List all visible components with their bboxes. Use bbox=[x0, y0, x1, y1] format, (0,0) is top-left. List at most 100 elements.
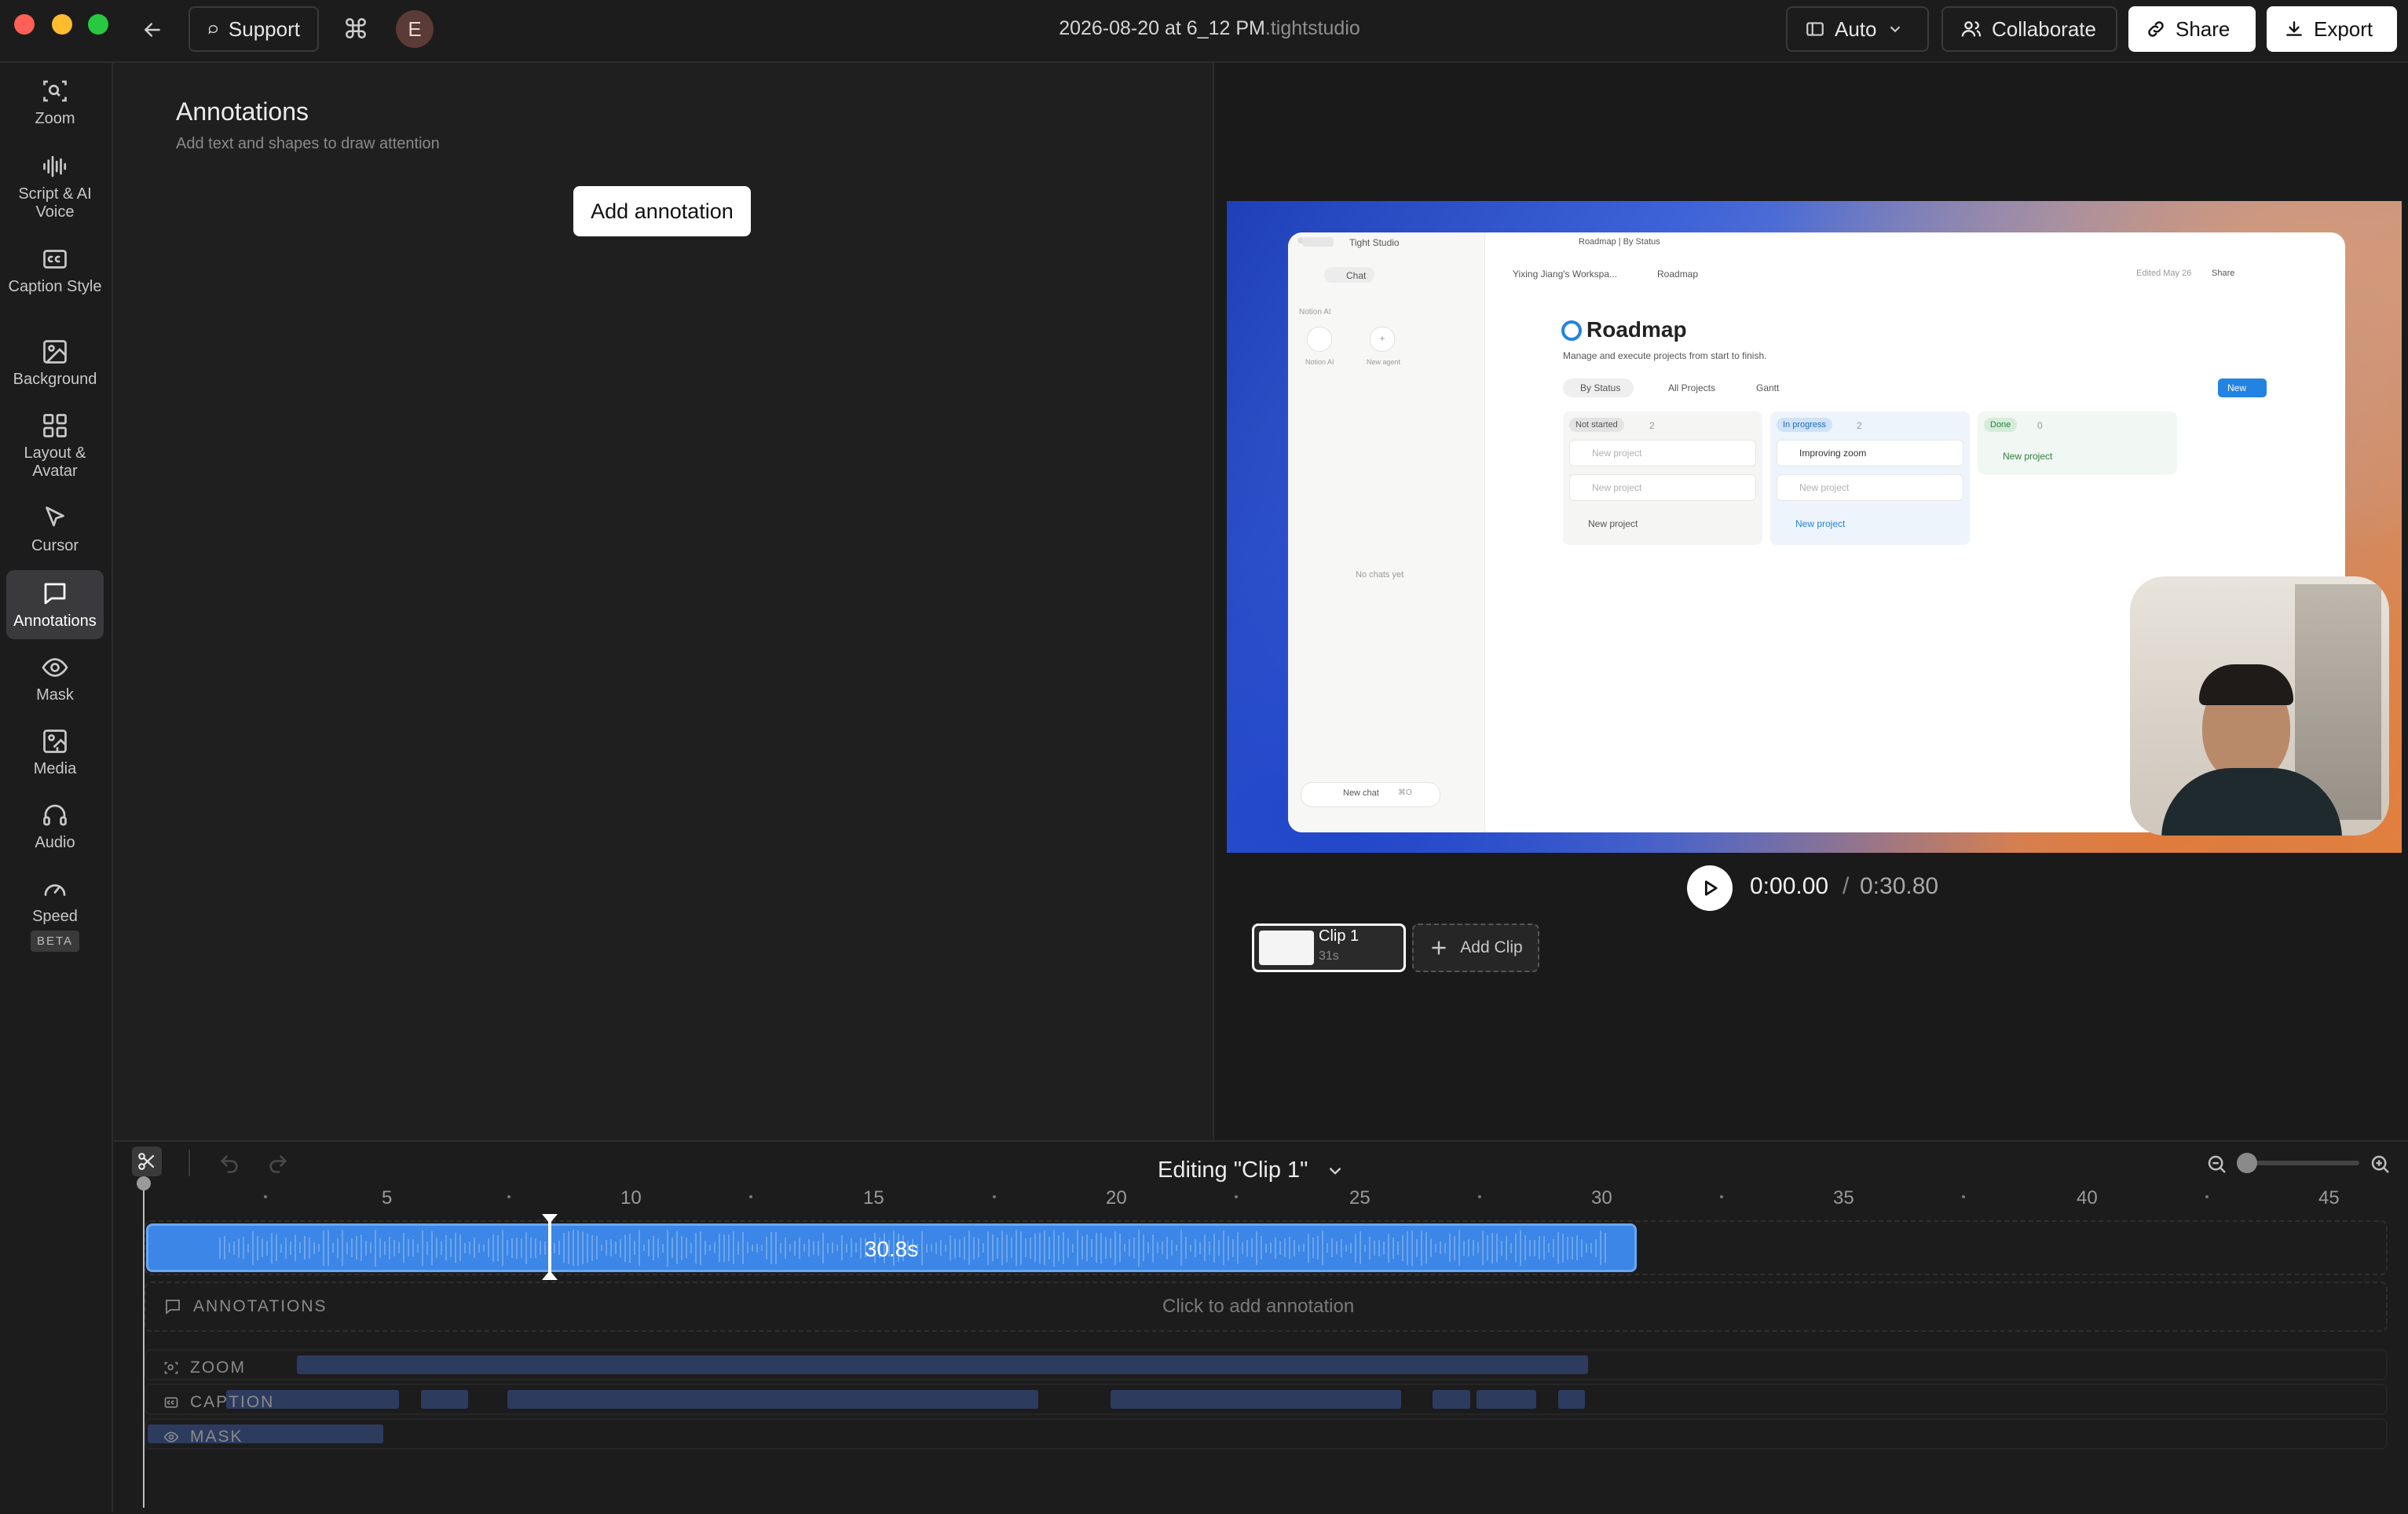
waveform-icon bbox=[43, 155, 67, 177]
playhead-top-marker bbox=[542, 1214, 558, 1223]
view-tab-gantt: Gantt bbox=[1756, 382, 1780, 393]
sidebar-item-cursor[interactable]: Cursor bbox=[6, 504, 104, 555]
caption-segment[interactable] bbox=[507, 1390, 1038, 1409]
redo-button[interactable] bbox=[267, 1153, 289, 1179]
caption-segment[interactable] bbox=[1558, 1390, 1585, 1409]
board-column-not-started: Not started 2 New project New project Ne… bbox=[1563, 411, 1762, 545]
clip-selector[interactable]: Editing "Clip 1" bbox=[1158, 1157, 1393, 1183]
playhead-bottom-marker bbox=[542, 1271, 558, 1280]
agent-label-2: New agent bbox=[1367, 358, 1401, 366]
sidebar-item-label: Mask bbox=[36, 686, 74, 704]
sidebar-item-speed[interactable]: Speed BETA bbox=[6, 875, 104, 952]
playhead[interactable] bbox=[548, 1217, 551, 1278]
ruler-label: 5 bbox=[382, 1187, 393, 1209]
zoom-out-button[interactable] bbox=[2205, 1153, 2229, 1180]
add-annotation-button[interactable]: Add annotation bbox=[573, 186, 751, 236]
chevron-down-icon bbox=[1330, 1167, 1341, 1175]
avatar[interactable]: E bbox=[396, 10, 434, 48]
person-hair bbox=[2199, 664, 2293, 705]
add-annotation-hint[interactable]: Click to add annotation bbox=[1162, 1296, 1354, 1318]
caption-segment[interactable] bbox=[1477, 1390, 1536, 1409]
status-count: 2 bbox=[1857, 420, 1862, 431]
plus-icon bbox=[1432, 941, 1447, 955]
time-separator: / bbox=[1843, 873, 1850, 899]
board-column-done: Done 0 New project bbox=[1978, 411, 2177, 474]
users-icon bbox=[1961, 21, 1982, 37]
sidebar-item-label: Cursor bbox=[31, 537, 79, 554]
share-label: Share bbox=[2176, 16, 2231, 41]
ruler-tick bbox=[993, 1195, 996, 1198]
app-sidebar-toggle bbox=[1302, 237, 1334, 247]
zoom-out-icon bbox=[2208, 1155, 2226, 1173]
zoom-label: ZOOM bbox=[190, 1359, 246, 1377]
roadmap-icon bbox=[1561, 320, 1582, 341]
command-menu-button[interactable]: ⌘ bbox=[342, 14, 369, 46]
support-button[interactable]: Support bbox=[188, 6, 319, 52]
clip-duration: 31s bbox=[1319, 949, 1339, 963]
layout-icon bbox=[1806, 22, 1824, 36]
clip-thumbnail[interactable]: Clip 1 31s bbox=[1252, 923, 1406, 972]
comment-icon bbox=[166, 1300, 180, 1315]
add-project-link: New project bbox=[2003, 451, 2053, 462]
eye-icon bbox=[42, 658, 68, 677]
board-column-in-progress: In progress 2 Improving zoom New project… bbox=[1770, 411, 1970, 545]
layout-mode-select[interactable]: Auto bbox=[1786, 6, 1929, 52]
sidebar-item-media[interactable]: Media bbox=[6, 727, 104, 778]
status-pill: Not started bbox=[1569, 418, 1624, 432]
grid-icon bbox=[43, 414, 67, 437]
ruler-tick bbox=[749, 1195, 752, 1198]
sidebar-item-layout-avatar[interactable]: Layout & Avatar bbox=[6, 411, 104, 481]
zoom-window-button[interactable] bbox=[88, 14, 108, 35]
sidebar-item-annotations[interactable]: Annotations bbox=[6, 570, 104, 639]
zoom-in-button[interactable] bbox=[2369, 1153, 2392, 1180]
sidebar-item-script-ai-voice[interactable]: Script & AI Voice bbox=[6, 152, 104, 221]
split-button[interactable] bbox=[132, 1146, 162, 1176]
sidebar-item-caption-style[interactable]: Caption Style bbox=[6, 245, 104, 296]
sidebar-item-label: Audio bbox=[35, 834, 75, 851]
preview-area: Tight Studio Chat Notion AI + Notion AI … bbox=[1214, 63, 2408, 1140]
back-button[interactable] bbox=[138, 16, 167, 44]
zoom-slider-track[interactable] bbox=[2241, 1161, 2359, 1165]
ruler-tick bbox=[2205, 1195, 2209, 1198]
sidebar-item-zoom[interactable]: Zoom bbox=[6, 77, 104, 128]
share-button[interactable]: Share bbox=[2128, 6, 2256, 52]
add-clip-button[interactable]: Add Clip bbox=[1412, 923, 1539, 972]
edited-label: Edited May 26 bbox=[2136, 269, 2192, 278]
sidebar-item-audio[interactable]: Audio bbox=[6, 801, 104, 852]
browser-tab: Roadmap | By Status bbox=[1579, 237, 1660, 247]
close-window-button[interactable] bbox=[14, 14, 35, 35]
export-button[interactable]: Export bbox=[2267, 6, 2397, 52]
sidebar-item-mask[interactable]: Mask bbox=[6, 653, 104, 704]
ruler-label: 20 bbox=[1106, 1187, 1127, 1209]
sidebar-item-label: Layout & Avatar bbox=[24, 444, 86, 480]
collaborate-button[interactable]: Collaborate bbox=[1941, 6, 2117, 52]
tool-sidebar: Zoom Script & AI Voice Caption Style Bac… bbox=[0, 63, 113, 1512]
arrow-left-icon bbox=[144, 23, 160, 37]
zoom-in-icon bbox=[2371, 1155, 2389, 1173]
caption-segment[interactable] bbox=[421, 1390, 468, 1409]
caption-segment[interactable] bbox=[1433, 1390, 1470, 1409]
mask-row-label: MASK bbox=[163, 1428, 243, 1446]
zoom-segment[interactable] bbox=[297, 1355, 1588, 1374]
undo-button[interactable] bbox=[218, 1153, 240, 1179]
play-button[interactable] bbox=[1687, 865, 1733, 911]
new-chat-button: New chat bbox=[1343, 788, 1379, 798]
board-card: New project bbox=[1569, 440, 1756, 466]
comment-icon bbox=[44, 583, 66, 604]
caption-segment[interactable] bbox=[1111, 1390, 1401, 1409]
editing-label: Editing "Clip 1" bbox=[1158, 1157, 1308, 1183]
timeline-start-handle[interactable] bbox=[137, 1176, 151, 1190]
status-pill: Done bbox=[1984, 418, 2018, 432]
annotations-panel: Annotations Add text and shapes to draw … bbox=[113, 63, 1214, 1140]
zoom-row-label: ZOOM bbox=[163, 1359, 246, 1377]
sidebar-item-background[interactable]: Background bbox=[6, 338, 104, 389]
notion-ai-heading: Notion AI bbox=[1299, 308, 1331, 316]
view-tab-all-projects: All Projects bbox=[1668, 382, 1716, 393]
app-share: Share bbox=[2212, 269, 2235, 278]
timeline-clip[interactable]: 30.8s bbox=[146, 1223, 1637, 1272]
ruler-label: 45 bbox=[2318, 1187, 2340, 1209]
video-canvas[interactable]: Tight Studio Chat Notion AI + Notion AI … bbox=[1227, 201, 2402, 853]
zoom-slider-thumb[interactable] bbox=[2237, 1153, 2257, 1173]
minimize-window-button[interactable] bbox=[52, 14, 72, 35]
webcam-overlay[interactable] bbox=[2130, 576, 2389, 836]
